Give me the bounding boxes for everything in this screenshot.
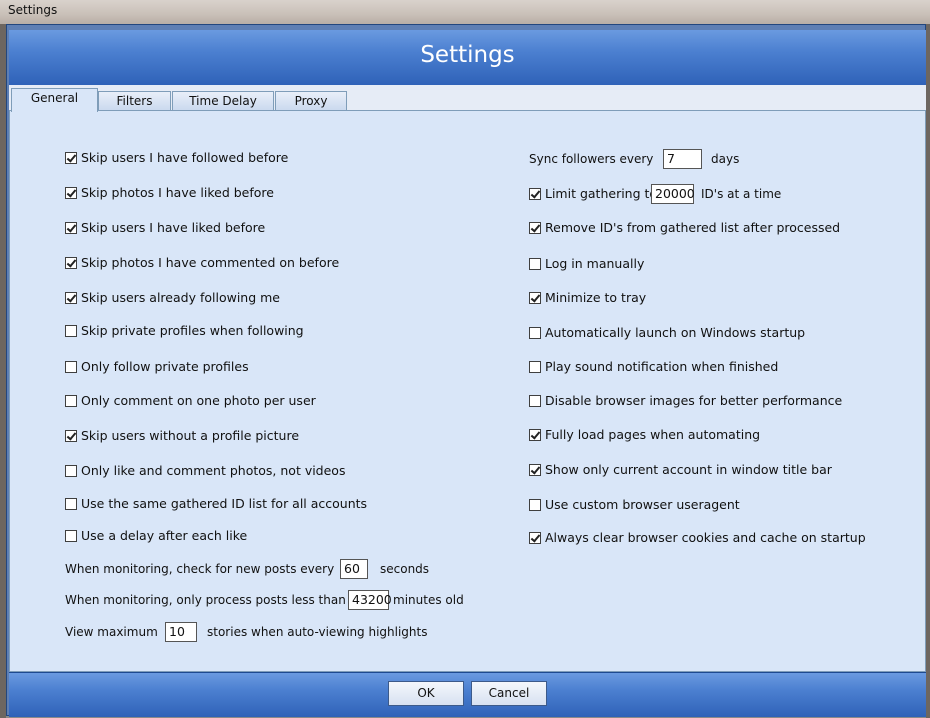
tab-filters[interactable]: Filters [98,91,171,111]
option-label: Remove ID's from gathered list after pro… [545,220,841,235]
window-title: Settings [8,3,58,17]
option-label: Skip users I have followed before [81,150,289,165]
dialog-title: Settings [420,42,515,68]
checkbox[interactable] [529,499,541,511]
option-launch-on-startup[interactable]: Automatically launch on Windows startup [529,325,805,341]
checkbox[interactable] [529,464,541,476]
option-label: Use a delay after each like [81,528,248,543]
option-label: Only like and comment photos, not videos [81,463,346,478]
checkbox[interactable] [65,498,77,510]
option-label: Log in manually [545,256,645,271]
option-label: Minimize to tray [545,290,647,305]
tab-proxy[interactable]: Proxy [275,91,347,111]
option-remove-processed-ids[interactable]: Remove ID's from gathered list after pro… [529,220,840,236]
checkbox[interactable] [65,361,77,373]
option-only-private-profiles[interactable]: Only follow private profiles [65,359,249,375]
checkbox[interactable] [65,430,77,442]
option-clear-cookies-cache[interactable]: Always clear browser cookies and cache o… [529,530,866,546]
option-label: Show only current account in window titl… [545,462,832,477]
window-titlebar: Settings [0,0,930,24]
option-label: Skip users already following me [81,290,280,305]
option-same-id-list[interactable]: Use the same gathered ID list for all ac… [65,496,367,512]
checkbox[interactable] [65,222,77,234]
tab-bar: General Filters Time Delay Proxy [9,85,926,112]
checkbox[interactable] [529,188,541,200]
checkbox[interactable] [529,292,541,304]
checkbox[interactable] [65,257,77,269]
checkbox[interactable] [65,187,77,199]
option-label: Skip photos I have liked before [81,185,274,200]
checkbox[interactable] [529,222,541,234]
checkbox[interactable] [529,361,541,373]
sync-followers-label: Sync followers every [529,152,654,166]
stories-max-input[interactable]: 10 [165,622,197,642]
tab-general[interactable]: General [11,88,98,112]
checkbox[interactable] [529,327,541,339]
checkbox[interactable] [529,258,541,270]
option-sound-notification[interactable]: Play sound notification when finished [529,359,778,375]
option-disable-browser-images[interactable]: Disable browser images for better perfor… [529,393,842,409]
checkbox[interactable] [65,152,77,164]
option-current-account-title[interactable]: Show only current account in window titl… [529,462,832,478]
monitor-check-seconds-input[interactable]: 60 [340,559,368,579]
monitor-check-label: When monitoring, check for new posts eve… [65,562,335,576]
sync-followers-days-input[interactable]: 7 [663,149,702,169]
checkbox[interactable] [529,395,541,407]
tab-time-delay[interactable]: Time Delay [172,91,274,111]
stories-unit: stories when auto-viewing highlights [207,625,428,639]
option-limit-gathering[interactable]: Limit gathering to [529,186,657,202]
option-skip-private-profiles[interactable]: Skip private profiles when following [65,323,304,339]
option-photos-not-videos[interactable]: Only like and comment photos, not videos [65,463,345,479]
option-minimize-to-tray[interactable]: Minimize to tray [529,290,646,306]
option-label: Skip photos I have commented on before [81,255,340,270]
option-label: Play sound notification when finished [545,359,779,374]
option-skip-followed-users[interactable]: Skip users I have followed before [65,150,288,166]
option-skip-commented-photos[interactable]: Skip photos I have commented on before [65,255,339,271]
option-label: Use custom browser useragent [545,497,740,512]
option-label: Disable browser images for better perfor… [545,393,843,408]
option-log-in-manually[interactable]: Log in manually [529,256,644,272]
option-label: Always clear browser cookies and cache o… [545,530,866,545]
background-strip-right [926,24,930,718]
option-skip-liked-users[interactable]: Skip users I have liked before [65,220,265,236]
option-label: Limit gathering to [545,186,658,201]
checkbox[interactable] [65,530,77,542]
option-delay-after-like[interactable]: Use a delay after each like [65,528,247,544]
option-label: Skip private profiles when following [81,323,304,338]
option-custom-useragent[interactable]: Use custom browser useragent [529,497,740,513]
checkbox[interactable] [65,395,77,407]
monitor-check-unit: seconds [380,562,430,576]
dialog-footer [9,672,926,717]
option-label: Only follow private profiles [81,359,249,374]
sync-followers-unit: days [711,152,740,166]
monitor-age-label: When monitoring, only process posts less… [65,593,346,607]
checkbox[interactable] [65,325,77,337]
option-label: Fully load pages when automating [545,427,761,442]
checkbox[interactable] [529,532,541,544]
dialog-header: Settings [9,30,926,86]
option-one-comment-per-user[interactable]: Only comment on one photo per user [65,393,316,409]
option-skip-following-me[interactable]: Skip users already following me [65,290,280,306]
ok-button[interactable]: OK [388,681,464,706]
option-label: Only comment on one photo per user [81,393,316,408]
option-skip-liked-photos[interactable]: Skip photos I have liked before [65,185,274,201]
stories-label: View maximum [65,625,158,639]
cancel-button[interactable]: Cancel [471,681,547,706]
monitor-age-unit: minutes old [393,593,464,607]
option-label: Use the same gathered ID list for all ac… [81,496,368,511]
checkbox[interactable] [529,429,541,441]
option-label: Skip users without a profile picture [81,428,300,443]
option-label: Automatically launch on Windows startup [545,325,806,340]
monitor-age-minutes-input[interactable]: 43200 [348,590,392,610]
option-skip-no-profile-picture[interactable]: Skip users without a profile picture [65,428,299,444]
limit-gathering-input[interactable]: 20000 [651,184,695,204]
limit-gathering-unit: ID's at a time [701,187,782,201]
checkbox[interactable] [65,465,77,477]
option-label: Skip users I have liked before [81,220,266,235]
option-fully-load-pages[interactable]: Fully load pages when automating [529,427,760,443]
checkbox[interactable] [65,292,77,304]
